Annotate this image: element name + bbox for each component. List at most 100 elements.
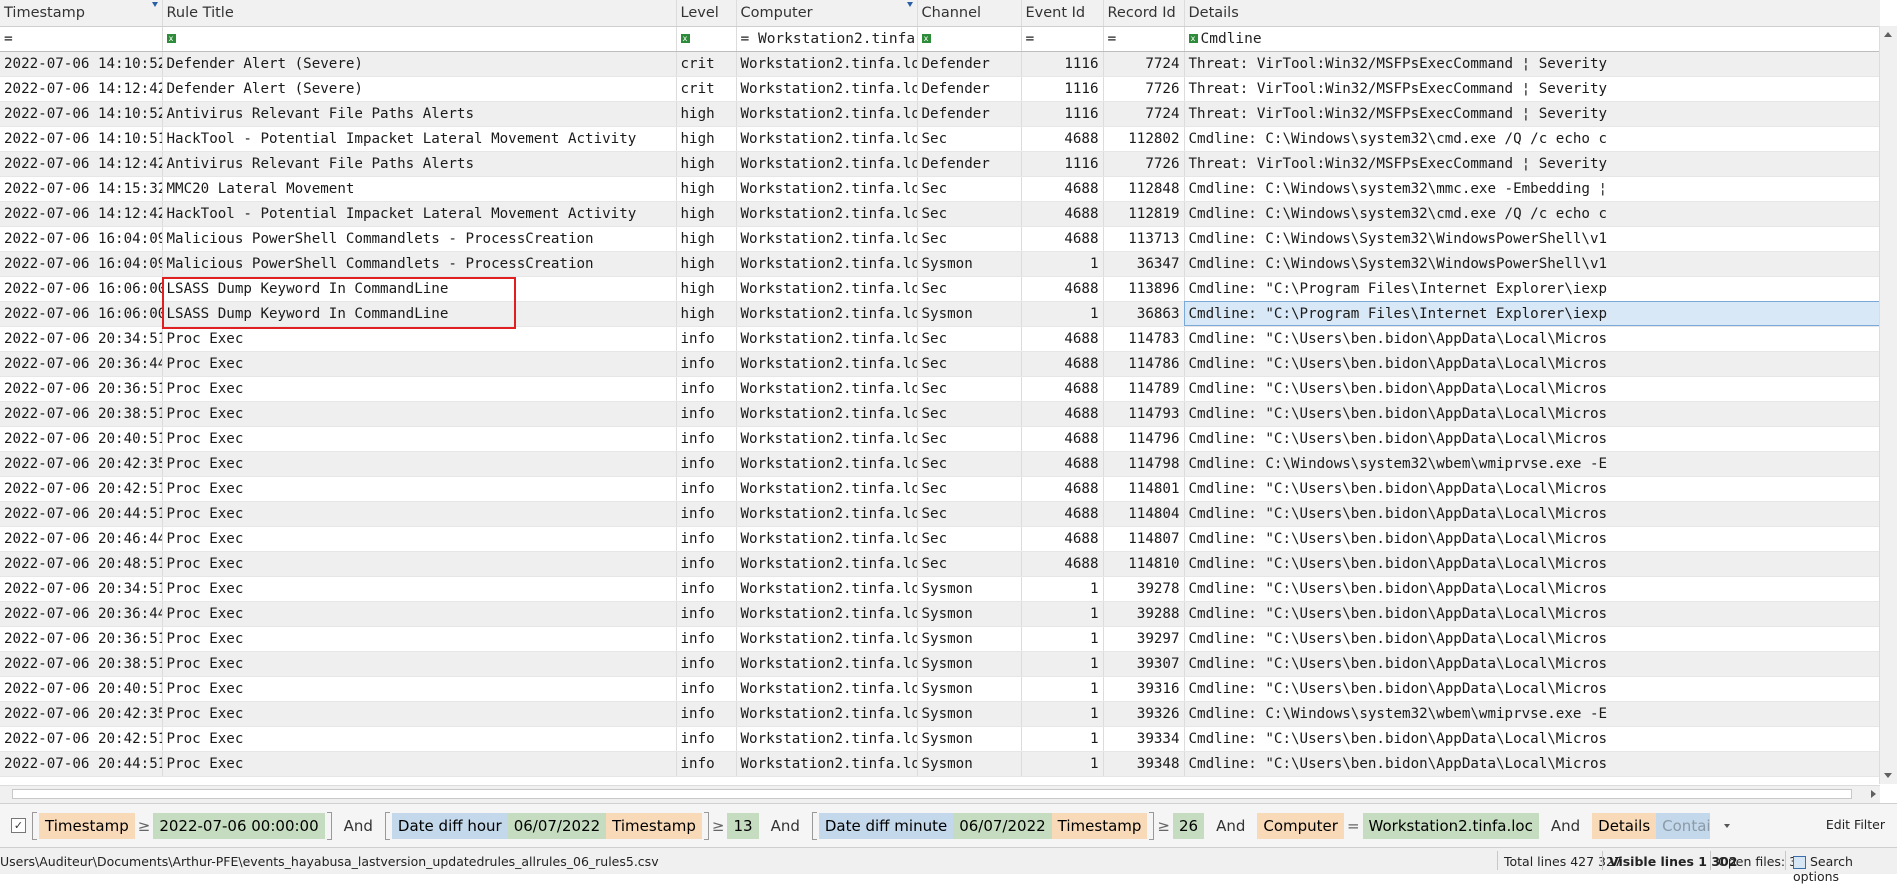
cell-level[interactable]: info xyxy=(676,451,737,477)
cell-computer[interactable]: Workstation2.tinfa.loc xyxy=(736,101,918,127)
cell-timestamp[interactable]: 2022-07-06 20:36:51 xyxy=(0,376,163,402)
cell-timestamp[interactable]: 2022-07-06 14:12:42 xyxy=(0,201,163,227)
cell-computer[interactable]: Workstation2.tinfa.loc xyxy=(736,401,918,427)
vertical-scrollbar[interactable] xyxy=(1879,26,1897,784)
cell-computer[interactable]: Workstation2.tinfa.loc xyxy=(736,651,918,677)
cell-channel[interactable]: Sec xyxy=(917,276,1022,302)
cell-timestamp[interactable]: 2022-07-06 20:40:51 xyxy=(0,676,163,702)
cell-record-id[interactable]: 39326 xyxy=(1103,701,1185,727)
cell-event-id[interactable]: 1116 xyxy=(1021,101,1104,127)
cell-channel[interactable]: Sec xyxy=(917,451,1022,477)
cell-event-id[interactable]: 4688 xyxy=(1021,126,1104,152)
cell-timestamp[interactable]: 2022-07-06 20:44:51 xyxy=(0,501,163,527)
header-record-id[interactable]: Record Id xyxy=(1103,0,1185,27)
search-options-button[interactable]: Search options xyxy=(1793,854,1897,884)
cell-details[interactable]: Cmdline: "C:\Users\ben.bidon\AppData\Loc… xyxy=(1184,551,1880,577)
table-row[interactable]: 2022-07-06 14:12:42 Antivirus Relevant Fi… xyxy=(0,151,1880,177)
cell-computer[interactable]: Workstation2.tinfa.loc xyxy=(736,276,918,302)
cell-details[interactable]: Cmdline: "C:\Users\ben.bidon\AppData\Loc… xyxy=(1184,376,1880,402)
cell-timestamp[interactable]: 2022-07-06 14:10:52 xyxy=(0,101,163,127)
cell-event-id[interactable]: 1 xyxy=(1021,626,1104,652)
filter-enabled-checkbox[interactable]: ✓ xyxy=(11,818,26,833)
cell-timestamp[interactable]: 2022-07-06 20:34:51 xyxy=(0,326,163,352)
cell-computer[interactable]: Workstation2.tinfa.loc xyxy=(736,351,918,377)
cell-rule-title[interactable]: Proc Exec xyxy=(162,576,677,602)
cell-level[interactable]: info xyxy=(676,626,737,652)
filter-value-token[interactable]: 13 xyxy=(727,812,759,839)
cell-record-id[interactable]: 114789 xyxy=(1103,376,1185,402)
cell-event-id[interactable]: 4688 xyxy=(1021,376,1104,402)
filter-column-token[interactable]: Timestamp xyxy=(606,812,702,839)
cell-record-id[interactable]: 114810 xyxy=(1103,551,1185,577)
cell-event-id[interactable]: 4688 xyxy=(1021,426,1104,452)
cell-level[interactable]: high xyxy=(676,226,737,252)
cell-event-id[interactable]: 1 xyxy=(1021,701,1104,727)
cell-rule-title[interactable]: Defender Alert (Severe) xyxy=(162,51,677,77)
cell-level[interactable]: high xyxy=(676,101,737,127)
filter-group-1[interactable]: Timestamp ≥ 2022-07-06 00:00:00 xyxy=(32,811,332,841)
cell-rule-title[interactable]: Proc Exec xyxy=(162,451,677,477)
filter-funnel-icon[interactable] xyxy=(906,2,913,7)
cell-computer[interactable]: Workstation2.tinfa.loc xyxy=(736,626,918,652)
cell-channel[interactable]: Sysmon xyxy=(917,251,1022,277)
cell-channel[interactable]: Sec xyxy=(917,551,1022,577)
table-row[interactable]: 2022-07-06 14:10:52 Defender Alert (Sever… xyxy=(0,51,1880,77)
cell-rule-title[interactable]: Proc Exec xyxy=(162,676,677,702)
table-row[interactable]: 2022-07-06 16:04:09 Malicious PowerShell … xyxy=(0,226,1880,252)
cell-timestamp[interactable]: 2022-07-06 16:06:00 xyxy=(0,276,163,302)
table-row[interactable]: 2022-07-06 20:44:51 Proc Exec info Workstat… xyxy=(0,501,1880,527)
cell-details[interactable]: Cmdline: "C:\Users\ben.bidon\AppData\Loc… xyxy=(1184,651,1880,677)
table-row[interactable]: 2022-07-06 20:42:51 Proc Exec info Workstat… xyxy=(0,476,1880,502)
cell-event-id[interactable]: 4688 xyxy=(1021,326,1104,352)
cell-timestamp[interactable]: 2022-07-06 16:04:09 xyxy=(0,251,163,277)
cell-timestamp[interactable]: 2022-07-06 20:42:35 xyxy=(0,451,163,477)
filter-value-token[interactable]: 26 xyxy=(1172,812,1205,839)
cell-rule-title[interactable]: Proc Exec xyxy=(162,626,677,652)
table-row[interactable]: 2022-07-06 20:46:44 Proc Exec info Workstat… xyxy=(0,526,1880,552)
filter-operator-token[interactable]: = xyxy=(1344,813,1363,839)
filter-and-token[interactable]: And xyxy=(1539,813,1592,839)
filter-computer[interactable]: = Workstation2.tinfa.l… xyxy=(736,26,918,52)
cell-rule-title[interactable]: HackTool - Potential Impacket Lateral Mo… xyxy=(162,126,677,152)
table-row[interactable]: 2022-07-06 14:12:42 HackTool - Potential … xyxy=(0,201,1880,227)
cell-computer[interactable]: Workstation2.tinfa.loc xyxy=(736,151,918,177)
cell-channel[interactable]: Sec xyxy=(917,376,1022,402)
cell-rule-title[interactable]: LSASS Dump Keyword In CommandLine xyxy=(162,301,677,327)
cell-event-id[interactable]: 4688 xyxy=(1021,551,1104,577)
cell-channel[interactable]: Sec xyxy=(917,476,1022,502)
filter-function-token[interactable]: Date diff minute xyxy=(818,812,954,839)
horizontal-scroll-thumb[interactable] xyxy=(12,789,1852,799)
cell-record-id[interactable]: 112802 xyxy=(1103,126,1185,152)
cell-details[interactable]: Cmdline: "C:\Users\ben.bidon\AppData\Loc… xyxy=(1184,401,1880,427)
cell-level[interactable]: crit xyxy=(676,76,737,102)
cell-record-id[interactable]: 39307 xyxy=(1103,651,1185,677)
cell-event-id[interactable]: 1 xyxy=(1021,301,1104,327)
cell-level[interactable]: info xyxy=(676,401,737,427)
filter-group-3[interactable]: Date diff minute 06/07/2022 Timestamp ≥ … xyxy=(811,811,1205,841)
cell-event-id[interactable]: 4688 xyxy=(1021,201,1104,227)
filter-funnel-icon[interactable] xyxy=(151,2,158,7)
cell-record-id[interactable]: 39288 xyxy=(1103,601,1185,627)
cell-channel[interactable]: Sec xyxy=(917,401,1022,427)
cell-rule-title[interactable]: Defender Alert (Severe) xyxy=(162,76,677,102)
cell-record-id[interactable]: 112848 xyxy=(1103,176,1185,202)
cell-rule-title[interactable]: Proc Exec xyxy=(162,651,677,677)
filter-rule-title[interactable]: x xyxy=(162,26,677,52)
header-channel[interactable]: Channel xyxy=(917,0,1022,27)
cell-event-id[interactable]: 1 xyxy=(1021,601,1104,627)
filter-column-token[interactable]: Timestamp xyxy=(39,812,135,839)
cell-rule-title[interactable]: Proc Exec xyxy=(162,501,677,527)
filter-record-id[interactable]: = xyxy=(1103,26,1185,52)
cell-event-id[interactable]: 4688 xyxy=(1021,226,1104,252)
filter-group-5[interactable]: Details Contai xyxy=(1592,811,1711,841)
cell-details[interactable]: Cmdline: C:\Windows\System32\WindowsPowe… xyxy=(1184,226,1880,252)
cell-channel[interactable]: Defender xyxy=(917,151,1022,177)
cell-timestamp[interactable]: 2022-07-06 20:42:51 xyxy=(0,726,163,752)
cell-computer[interactable]: Workstation2.tinfa.loc xyxy=(736,51,918,77)
cell-details[interactable]: Cmdline: "C:\Users\ben.bidon\AppData\Loc… xyxy=(1184,426,1880,452)
cell-record-id[interactable]: 7726 xyxy=(1103,151,1185,177)
cell-details[interactable]: Cmdline: C:\Windows\system32\cmd.exe /Q … xyxy=(1184,126,1880,152)
filter-and-token[interactable]: And xyxy=(759,813,812,839)
cell-details[interactable]: Cmdline: "C:\Users\ben.bidon\AppData\Loc… xyxy=(1184,351,1880,377)
cell-computer[interactable]: Workstation2.tinfa.loc xyxy=(736,501,918,527)
